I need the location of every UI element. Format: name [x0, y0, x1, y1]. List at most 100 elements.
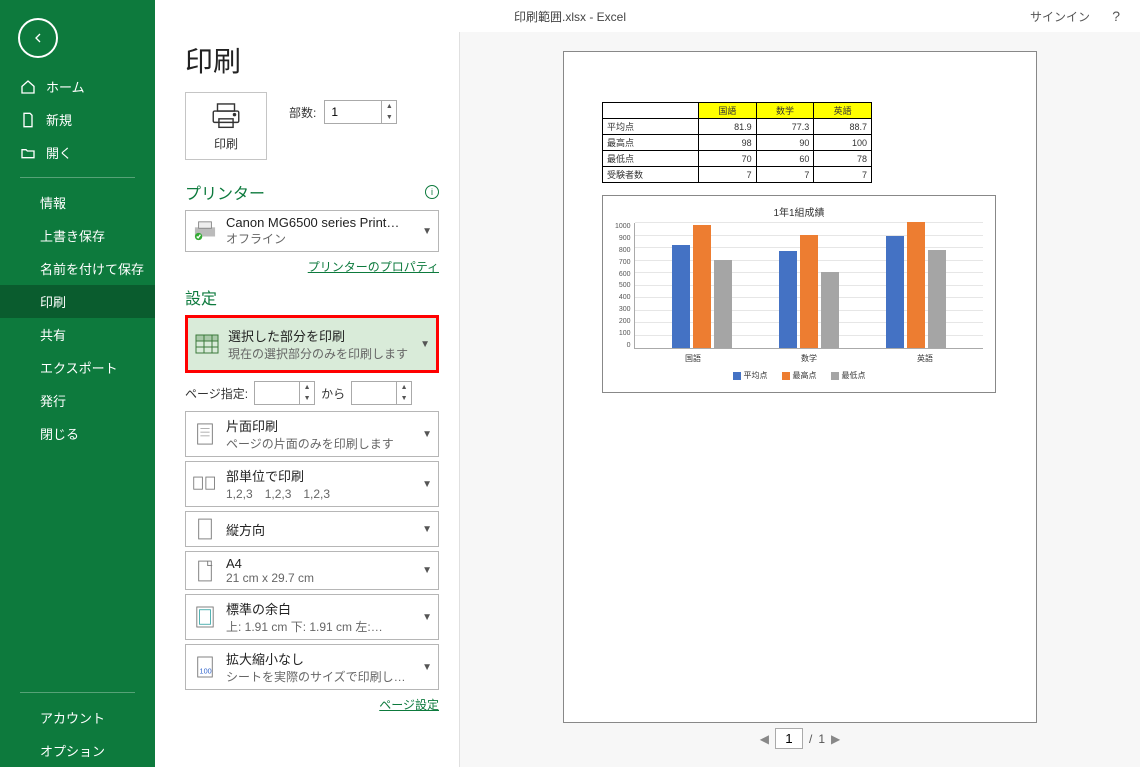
- copies-spinner[interactable]: ▲▼: [324, 100, 397, 124]
- sides-dropdown[interactable]: 片面印刷 ページの片面のみを印刷します ▼: [185, 411, 439, 457]
- printer-device-icon: [192, 218, 218, 244]
- prev-page-button[interactable]: ◀: [760, 732, 769, 746]
- spinner-down-icon[interactable]: ▼: [382, 112, 396, 123]
- sidebar-item-label: 閉じる: [40, 424, 79, 443]
- sidebar-item-account[interactable]: アカウント: [0, 701, 155, 734]
- page-title: 印刷: [185, 40, 439, 80]
- print-settings-pane: 印刷 印刷 部数: ▲▼ プリンター i: [155, 32, 460, 767]
- margins-icon: [192, 604, 218, 630]
- printer-section-title: プリンター: [185, 180, 265, 204]
- sidebar-item-label: 共有: [40, 325, 66, 344]
- chart-y-axis: 10009008007006005004003002001000: [615, 223, 634, 349]
- papersize-title: A4: [226, 556, 410, 571]
- sidebar-item-close[interactable]: 閉じる: [0, 417, 155, 450]
- page-sep: /: [809, 732, 812, 746]
- print-button[interactable]: 印刷: [185, 92, 267, 160]
- sidebar-item-home[interactable]: ホーム: [0, 70, 155, 103]
- back-button[interactable]: [18, 18, 58, 58]
- papersize-dropdown[interactable]: A4 21 cm x 29.7 cm ▼: [185, 551, 439, 590]
- pages-label: ページ指定:: [185, 385, 248, 402]
- sidebar-item-label: エクスポート: [40, 358, 118, 377]
- chevron-down-icon: ▼: [422, 565, 432, 576]
- sides-title: 片面印刷: [226, 416, 410, 435]
- print-what-dropdown[interactable]: 選択した部分を印刷 現在の選択部分のみを印刷します ▼: [185, 315, 439, 373]
- chevron-down-icon: ▼: [422, 429, 432, 440]
- page-from-spinner[interactable]: ▲▼: [254, 381, 315, 405]
- margins-title: 標準の余白: [226, 599, 410, 618]
- spinner-up-icon[interactable]: ▲: [382, 101, 396, 112]
- collate-sub: 1,2,3 1,2,3 1,2,3: [226, 485, 410, 502]
- sidebar-item-new[interactable]: 新規: [0, 103, 155, 136]
- home-icon: [20, 79, 36, 95]
- folder-open-icon: [20, 145, 36, 161]
- page-to-input[interactable]: [352, 382, 396, 404]
- file-icon: [20, 112, 36, 128]
- settings-section-title: 設定: [185, 285, 217, 309]
- chevron-down-icon: ▼: [422, 662, 432, 673]
- page-total: 1: [818, 732, 825, 746]
- sidebar-item-label: 新規: [46, 110, 72, 129]
- info-icon[interactable]: i: [425, 185, 439, 199]
- selection-icon: [194, 331, 220, 357]
- chevron-down-icon: ▼: [422, 479, 432, 490]
- preview-table: 国語数学英語 平均点81.977.388.7 最高点9890100 最低点706…: [602, 102, 872, 183]
- printer-status: オフライン: [226, 230, 410, 247]
- page-to-spinner[interactable]: ▲▼: [351, 381, 412, 405]
- chart-title: 1年1組成績: [615, 204, 983, 219]
- scaling-sub: シートを実際のサイズで印刷します: [226, 668, 410, 685]
- collate-dropdown[interactable]: 部単位で印刷 1,2,3 1,2,3 1,2,3 ▼: [185, 461, 439, 507]
- sidebar-item-label: 名前を付けて保存: [40, 259, 144, 278]
- sidebar-item-publish[interactable]: 発行: [0, 384, 155, 417]
- sidebar-item-options[interactable]: オプション: [0, 734, 155, 767]
- page-navigator: ◀ / 1 ▶: [760, 728, 841, 749]
- sidebar-item-label: 印刷: [40, 292, 66, 311]
- print-what-sub: 現在の選択部分のみを印刷します: [228, 345, 408, 362]
- orientation-dropdown[interactable]: 縦方向 ▼: [185, 511, 439, 547]
- sidebar-item-label: オプション: [40, 741, 105, 760]
- copies-input[interactable]: [325, 101, 381, 123]
- printer-properties-link[interactable]: プリンターのプロパティ: [185, 258, 439, 275]
- sidebar-item-info[interactable]: 情報: [0, 186, 155, 219]
- sidebar-item-label: 情報: [40, 193, 66, 212]
- page-number-input[interactable]: [775, 728, 803, 749]
- sidebar-item-save[interactable]: 上書き保存: [0, 219, 155, 252]
- print-what-title: 選択した部分を印刷: [228, 326, 408, 345]
- chevron-down-icon: ▼: [422, 612, 432, 623]
- scaling-dropdown[interactable]: 100 拡大縮小なし シートを実際のサイズで印刷します ▼: [185, 644, 439, 690]
- pages-to-label: から: [321, 385, 345, 402]
- sidebar-item-open[interactable]: 開く: [0, 136, 155, 169]
- svg-text:100: 100: [200, 666, 212, 675]
- sidebar-item-export[interactable]: エクスポート: [0, 351, 155, 384]
- sidebar-item-label: ホーム: [46, 77, 85, 96]
- chevron-down-icon: ▼: [422, 226, 432, 237]
- sidebar-item-label: 開く: [46, 143, 72, 162]
- print-button-label: 印刷: [214, 135, 238, 152]
- sidebar-item-print[interactable]: 印刷: [0, 285, 155, 318]
- collate-title: 部単位で印刷: [226, 466, 410, 485]
- margins-dropdown[interactable]: 標準の余白 上: 1.91 cm 下: 1.91 cm 左:… ▼: [185, 594, 439, 640]
- portrait-icon: [192, 516, 218, 542]
- collate-icon: [192, 471, 218, 497]
- scaling-title: 拡大縮小なし: [226, 649, 410, 668]
- margins-sub: 上: 1.91 cm 下: 1.91 cm 左:…: [226, 618, 410, 635]
- print-preview-pane: 国語数学英語 平均点81.977.388.7 最高点9890100 最低点706…: [460, 32, 1140, 767]
- sidebar-item-label: 発行: [40, 391, 66, 410]
- printer-icon: [209, 101, 243, 131]
- printer-name: Canon MG6500 series Print…: [226, 215, 410, 230]
- sides-sub: ページの片面のみを印刷します: [226, 435, 410, 452]
- chart-plot: [634, 223, 983, 349]
- paper-icon: [192, 558, 218, 584]
- sidebar-item-saveas[interactable]: 名前を付けて保存: [0, 252, 155, 285]
- page-setup-link[interactable]: ページ設定: [185, 696, 439, 713]
- page-from-input[interactable]: [255, 382, 299, 404]
- preview-page: 国語数学英語 平均点81.977.388.7 最高点9890100 最低点706…: [564, 52, 1036, 722]
- preview-chart: 1年1組成績 10009008007006005004003002001000 …: [602, 195, 996, 393]
- copies-label: 部数:: [289, 104, 316, 121]
- sidebar-item-share[interactable]: 共有: [0, 318, 155, 351]
- sidebar-item-label: アカウント: [40, 708, 105, 727]
- chevron-down-icon: ▼: [420, 339, 430, 350]
- printer-dropdown[interactable]: Canon MG6500 series Print… オフライン ▼: [185, 210, 439, 252]
- next-page-button[interactable]: ▶: [831, 732, 840, 746]
- chevron-down-icon: ▼: [422, 524, 432, 535]
- scale-icon: 100: [192, 654, 218, 680]
